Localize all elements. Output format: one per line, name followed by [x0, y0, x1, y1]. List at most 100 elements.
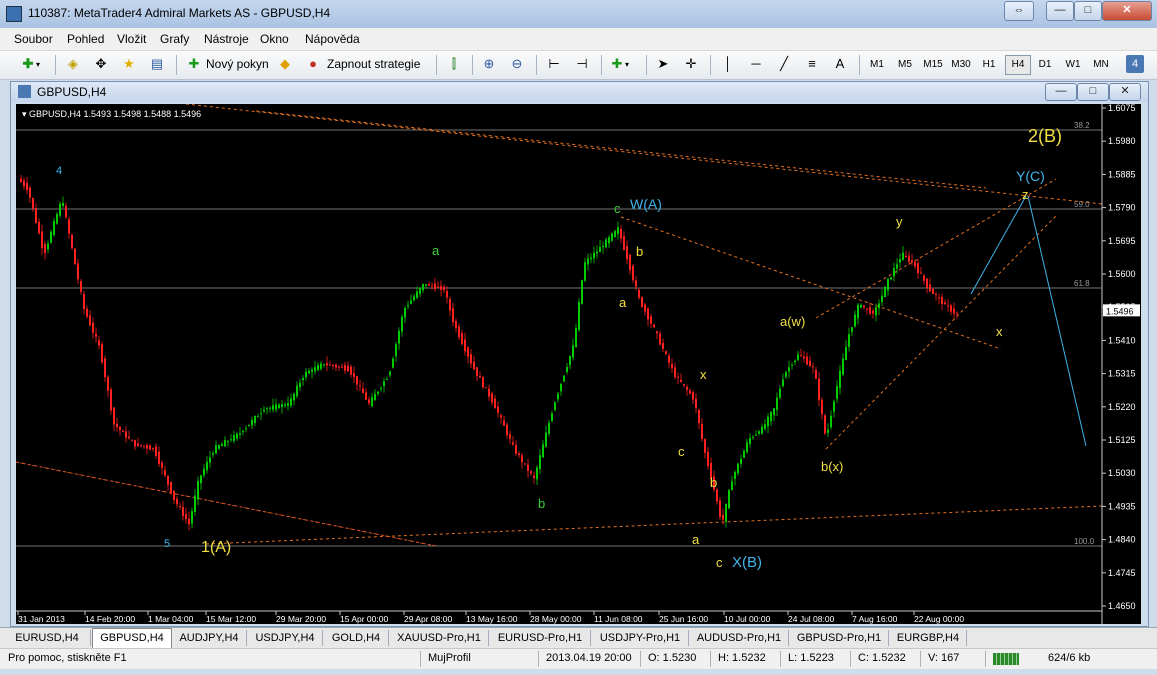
tab-xauusd-pro-h1[interactable]: XAUUSD-Pro,H1	[390, 630, 489, 646]
new-chart-button[interactable]: ✚ ▾	[20, 54, 40, 74]
tab-audusd-pro-h1[interactable]: AUDUSD-Pro,H1	[690, 630, 789, 646]
candle-body	[446, 291, 448, 298]
indicators-button[interactable]: ✚ ▾	[609, 54, 629, 74]
candle-body	[161, 462, 163, 468]
candle-body	[689, 390, 691, 394]
candle-body	[68, 219, 70, 234]
menu-nastroje[interactable]: Nástroje	[204, 32, 249, 46]
candle-body	[830, 415, 832, 428]
candle-body	[890, 277, 892, 280]
trendline-button[interactable]: ╱	[776, 54, 792, 74]
candle-body	[839, 370, 841, 389]
zoom-in-icon: ⊕	[483, 56, 495, 71]
wave-label: b(x)	[821, 459, 843, 474]
restore-layout-button[interactable]: ⇔	[1004, 1, 1034, 21]
candle-body	[221, 444, 223, 447]
candle-body	[449, 299, 451, 311]
chart-minimize-button[interactable]: —	[1045, 83, 1077, 101]
wave-label: a(w)	[780, 314, 805, 329]
candle-body	[122, 431, 124, 433]
crosshair-button[interactable]: ✛	[683, 54, 699, 74]
candle-body	[956, 312, 958, 314]
maximize-button[interactable]: □	[1074, 1, 1102, 21]
status-open: O: 1.5230	[648, 652, 697, 664]
autoscroll-button[interactable]: ⊣	[574, 54, 590, 74]
candle-body	[743, 450, 745, 458]
tab-eurusd-h4[interactable]: EURUSD,H4	[4, 630, 91, 646]
menu-soubor[interactable]: Soubor	[14, 32, 53, 46]
menu-napoveda[interactable]: Nápověda	[305, 32, 360, 46]
tab-usdjpy-pro-h1[interactable]: USDJPY-Pro,H1	[592, 630, 689, 646]
tf-m15[interactable]: M15	[921, 56, 945, 74]
market-watch-button[interactable]: ◈	[65, 54, 81, 74]
tf-h4[interactable]: H4	[1005, 55, 1031, 75]
zoom-out-button[interactable]: ⊖	[509, 54, 525, 74]
tf-m30[interactable]: M30	[949, 56, 973, 74]
bar-chart-button[interactable]: ⫿	[446, 54, 462, 74]
tab-gbpusd-pro-h1[interactable]: GBPUSD-Pro,H1	[790, 630, 889, 646]
notification-badge[interactable]: 4	[1126, 55, 1144, 73]
new-order-button[interactable]: ✚ Nový pokyn	[186, 54, 269, 74]
price-tick-label: 1.5030	[1108, 468, 1136, 478]
candle-body	[809, 360, 811, 367]
menu-grafy[interactable]: Grafy	[160, 32, 189, 46]
terminal-button[interactable]: ▤	[149, 54, 165, 74]
tf-mn[interactable]: MN	[1089, 56, 1113, 74]
candle-body	[188, 518, 190, 525]
candle-body	[266, 408, 268, 410]
fibonacci-button[interactable]: ≡	[804, 54, 820, 74]
horizontal-line-button[interactable]: ─	[748, 54, 764, 74]
wave-label: z	[1022, 187, 1029, 202]
tf-w1[interactable]: W1	[1061, 56, 1085, 74]
candle-body	[155, 446, 157, 456]
tf-m1[interactable]: M1	[865, 56, 889, 74]
chart-maximize-button[interactable]: □	[1077, 83, 1109, 101]
candle-body	[944, 302, 946, 305]
tab-eurgbp-h4[interactable]: EURGBP,H4	[890, 630, 967, 646]
menu-vlozit[interactable]: Vložit	[117, 32, 146, 46]
candle-body	[785, 372, 787, 377]
tab-gbpusd-h4[interactable]: GBPUSD,H4	[92, 628, 172, 648]
candle-body	[425, 284, 427, 286]
menu-pohled[interactable]: Pohled	[67, 32, 104, 46]
candle-body	[794, 360, 796, 363]
candle-body	[605, 239, 607, 248]
text-button[interactable]: A	[832, 54, 848, 74]
candle-body	[575, 327, 577, 348]
minimize-button[interactable]: —	[1046, 1, 1074, 21]
tab-audjpy-h4[interactable]: AUDJPY,H4	[172, 630, 247, 646]
tab-gold-h4[interactable]: GOLD,H4	[324, 630, 389, 646]
status-close: C: 1.5232	[858, 652, 906, 664]
candle-body	[914, 261, 916, 267]
menu-okno[interactable]: Okno	[260, 32, 289, 46]
cursor-button[interactable]: ➤	[655, 54, 671, 74]
price-chart[interactable]: 38.2 59.0 61.8 100.0 4 5 1(A) a b c W(A) b a x c b a c X(…	[16, 104, 1141, 624]
candle-body	[329, 364, 331, 366]
vertical-line-button[interactable]: │	[720, 54, 736, 74]
tf-d1[interactable]: D1	[1033, 56, 1057, 74]
candle-body	[50, 231, 52, 243]
metaeditor-button[interactable]: ◆	[277, 54, 293, 74]
candle-body	[854, 314, 856, 327]
candle-body	[323, 364, 325, 366]
chart-shift-button[interactable]: ⊢	[546, 54, 562, 74]
candle-body	[938, 297, 940, 299]
candle-body	[113, 407, 115, 425]
candle-body	[533, 475, 535, 478]
zoom-in-button[interactable]: ⊕	[481, 54, 497, 74]
candle-body	[170, 481, 172, 494]
candle-body	[836, 386, 838, 399]
autotrading-button[interactable]: ● Zapnout strategie	[305, 54, 420, 74]
favorites-button[interactable]: ★	[121, 54, 137, 74]
candle-body	[128, 436, 130, 439]
autotrading-icon: ●	[309, 56, 317, 71]
tab-usdjpy-h4[interactable]: USDJPY,H4	[248, 630, 323, 646]
close-button[interactable]: ✕	[1102, 1, 1152, 21]
navigator-button[interactable]: ✥	[93, 54, 109, 74]
chart-close-button[interactable]: ✕	[1109, 83, 1141, 101]
tab-eurusd-pro-h1[interactable]: EURUSD-Pro,H1	[490, 630, 591, 646]
candle-body	[263, 409, 265, 412]
tf-m5[interactable]: M5	[893, 56, 917, 74]
candle-body	[725, 503, 727, 522]
tf-h1[interactable]: H1	[977, 56, 1001, 74]
